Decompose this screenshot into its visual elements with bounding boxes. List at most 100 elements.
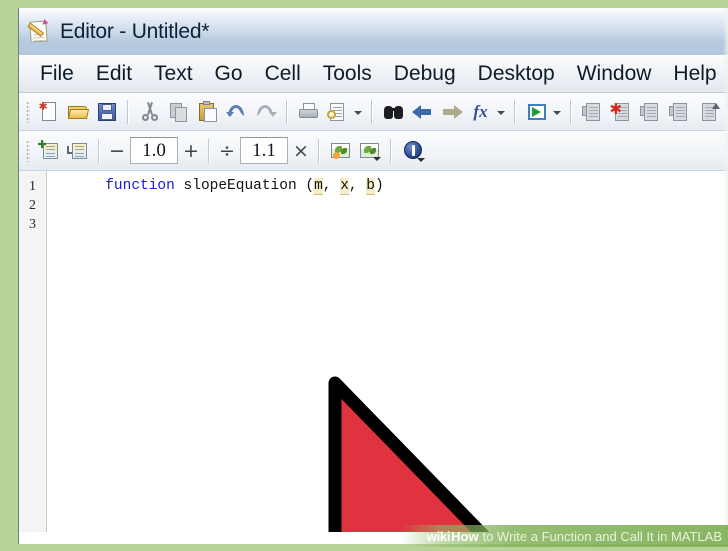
cell-toolbar-grip[interactable] bbox=[26, 139, 30, 162]
menu-item-text[interactable]: Text bbox=[143, 62, 204, 86]
multiply-button[interactable]: × bbox=[290, 138, 312, 164]
function-browser-button[interactable]: fx bbox=[467, 98, 494, 125]
toolbar-separator bbox=[127, 99, 129, 124]
code-line-2[interactable] bbox=[47, 196, 728, 215]
code-open-paren: ( bbox=[305, 178, 315, 194]
watermark-how-text: How bbox=[451, 528, 479, 544]
toolbar-grip[interactable] bbox=[26, 100, 30, 123]
divide-value-field[interactable]: 1.0 bbox=[130, 137, 178, 164]
back-button[interactable] bbox=[409, 98, 436, 125]
insert-cell-divider-icon bbox=[66, 140, 89, 162]
insert-cell-divider-button[interactable] bbox=[64, 137, 91, 164]
find-icon bbox=[383, 101, 405, 123]
matlab-editor-window: Editor - Untitled* File Edit Text Go Cel… bbox=[18, 8, 728, 544]
menu-item-desktop[interactable]: Desktop bbox=[467, 62, 566, 86]
code-text-surface[interactable]: function slopeEquation (m, x, b) bbox=[47, 171, 728, 532]
window-title: Editor - Untitled* bbox=[60, 19, 210, 43]
code-param-x: x bbox=[340, 178, 349, 195]
set-clear-breakpoint-icon bbox=[581, 101, 604, 123]
code-line-3[interactable] bbox=[47, 215, 728, 234]
forward-arrow-icon bbox=[441, 101, 463, 123]
window-titlebar: Editor - Untitled* bbox=[19, 8, 728, 55]
cell-toolbar-separator bbox=[98, 138, 100, 163]
open-file-button[interactable] bbox=[64, 98, 91, 125]
watermark-caption-text: to Write a Function and Call It in MATLA… bbox=[482, 528, 722, 544]
function-browser-icon: fx bbox=[473, 101, 488, 121]
evaluate-cell-and-advance-button[interactable] bbox=[356, 137, 383, 164]
evaluate-cell-and-advance-icon bbox=[359, 140, 381, 162]
cut-icon bbox=[139, 101, 161, 123]
main-toolbar: ✱ fx ✱ bbox=[19, 93, 728, 131]
step-in-button[interactable] bbox=[666, 98, 693, 125]
code-comma: , bbox=[348, 178, 358, 194]
function-browser-caret-icon[interactable] bbox=[495, 99, 506, 125]
step-out-button[interactable] bbox=[695, 98, 722, 125]
divide-button[interactable]: ÷ bbox=[216, 138, 238, 164]
code-line-1[interactable]: function slopeEquation (m, x, b) bbox=[47, 177, 728, 196]
step-button[interactable] bbox=[637, 98, 664, 125]
cell-toolbar-separator bbox=[208, 138, 210, 163]
wikihow-watermark: wiki How to Write a Function and Call It… bbox=[400, 525, 728, 547]
run-icon bbox=[526, 101, 548, 123]
evaluate-cell-button[interactable] bbox=[327, 137, 354, 164]
redo-button[interactable] bbox=[252, 98, 279, 125]
editor-document-pencil-icon bbox=[26, 18, 54, 46]
info-button[interactable] bbox=[399, 137, 426, 164]
menu-item-debug[interactable]: Debug bbox=[383, 62, 467, 86]
cell-toolbar-separator bbox=[318, 138, 320, 163]
find-button[interactable] bbox=[380, 98, 407, 125]
code-editor-area[interactable]: 1 2 3 function slopeEquation (m, x, b) bbox=[19, 171, 728, 532]
menu-item-help[interactable]: Help bbox=[662, 62, 727, 86]
decrement-button[interactable]: − bbox=[106, 138, 128, 164]
toolbar-separator bbox=[371, 99, 373, 124]
evaluate-cell-icon bbox=[330, 140, 352, 162]
print-dropdown-caret-icon[interactable] bbox=[352, 99, 363, 125]
undo-button[interactable] bbox=[223, 98, 250, 125]
run-dropdown-caret-icon[interactable] bbox=[551, 99, 562, 125]
code-close-paren: ) bbox=[375, 178, 384, 194]
clear-all-breakpoints-button[interactable]: ✱ bbox=[608, 98, 635, 125]
menu-item-file[interactable]: File bbox=[29, 62, 85, 86]
info-icon bbox=[402, 140, 425, 162]
step-icon bbox=[639, 101, 662, 123]
menu-item-tools[interactable]: Tools bbox=[312, 62, 383, 86]
toolbar-separator bbox=[286, 99, 288, 124]
print-preview-button[interactable] bbox=[324, 98, 351, 125]
menu-item-window[interactable]: Window bbox=[566, 62, 663, 86]
menu-item-go[interactable]: Go bbox=[204, 62, 254, 86]
redo-icon bbox=[255, 101, 277, 123]
print-button[interactable] bbox=[295, 98, 322, 125]
step-out-icon bbox=[698, 101, 720, 123]
copy-button[interactable] bbox=[165, 98, 192, 125]
continue-button[interactable] bbox=[724, 98, 728, 125]
paste-icon bbox=[197, 100, 219, 123]
cut-button[interactable] bbox=[136, 98, 163, 125]
code-function-name: slopeEquation bbox=[183, 178, 297, 194]
save-button[interactable] bbox=[93, 98, 120, 125]
copy-icon bbox=[168, 101, 190, 123]
multiply-value-field[interactable]: 1.1 bbox=[240, 137, 288, 164]
increment-button[interactable]: + bbox=[180, 138, 202, 164]
menu-item-cell[interactable]: Cell bbox=[254, 62, 312, 86]
line-number-gutter: 1 2 3 bbox=[19, 171, 47, 532]
open-file-icon bbox=[67, 101, 89, 123]
toolbar-separator bbox=[570, 99, 572, 124]
clear-all-breakpoints-icon: ✱ bbox=[610, 101, 633, 123]
print-icon bbox=[298, 101, 320, 123]
run-button[interactable] bbox=[523, 98, 550, 125]
menu-item-edit[interactable]: Edit bbox=[85, 62, 143, 86]
forward-button[interactable] bbox=[438, 98, 465, 125]
insert-cell-button[interactable]: ✚ bbox=[35, 137, 62, 164]
back-arrow-icon bbox=[411, 101, 434, 123]
line-number: 3 bbox=[29, 217, 36, 232]
new-file-button[interactable]: ✱ bbox=[35, 98, 62, 125]
paste-button[interactable] bbox=[194, 98, 221, 125]
set-clear-breakpoint-button[interactable] bbox=[579, 98, 606, 125]
line-number: 2 bbox=[29, 198, 36, 213]
cell-toolbar: ✚ − 1.0 + ÷ 1.1 × bbox=[19, 131, 728, 171]
code-keyword-function: function bbox=[105, 178, 175, 194]
cell-toolbar-separator bbox=[390, 138, 392, 163]
menubar: File Edit Text Go Cell Tools Debug Deskt… bbox=[19, 55, 728, 93]
